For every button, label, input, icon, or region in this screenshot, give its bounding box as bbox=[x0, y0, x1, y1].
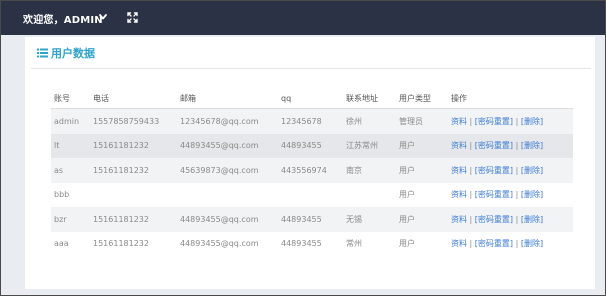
cell-phone bbox=[90, 183, 177, 208]
reset-password-link[interactable]: [密码重置] bbox=[475, 166, 513, 175]
table-header: 账号 电话 邮箱 qq 联系地址 用户类型 操作 bbox=[51, 89, 573, 109]
column-header-address: 联系地址 bbox=[343, 89, 396, 109]
separator: | bbox=[515, 141, 519, 151]
delete-link[interactable]: [删除] bbox=[521, 190, 543, 199]
delete-link[interactable]: [删除] bbox=[521, 215, 543, 224]
cell-phone: 15161181232 bbox=[93, 239, 149, 249]
user-table: 账号 电话 邮箱 qq 联系地址 用户类型 操作 admin 155785875… bbox=[51, 89, 573, 256]
reset-password-link[interactable]: [密码重置] bbox=[475, 190, 513, 199]
column-header-phone: 电话 bbox=[90, 89, 177, 109]
table-row: admin 1557858759433 12345678@qq.com 1234… bbox=[51, 108, 573, 134]
table-row: aaa 15161181232 44893455@qq.com 44893455… bbox=[51, 231, 573, 257]
cell-actions: 资料 | [密码重置] | [删除] bbox=[448, 232, 573, 257]
table-row: as 15161181232 45639873@qq.com 443556974… bbox=[51, 158, 573, 183]
reset-password-link[interactable]: [密码重置] bbox=[475, 239, 513, 248]
cell-address: 江苏常州 bbox=[346, 141, 378, 151]
chevron-down-icon[interactable] bbox=[98, 11, 108, 23]
info-link[interactable]: 资料 bbox=[451, 190, 467, 199]
info-link[interactable]: 资料 bbox=[451, 117, 467, 126]
column-header-qq: qq bbox=[278, 89, 343, 109]
column-header-user-type: 用户类型 bbox=[396, 89, 448, 109]
info-link[interactable]: 资料 bbox=[451, 215, 467, 224]
cell-address: 无锡 bbox=[346, 214, 362, 224]
cell-qq bbox=[278, 183, 343, 208]
separator: | bbox=[469, 214, 473, 224]
cell-phone: 15161181232 bbox=[93, 165, 149, 175]
column-header-email: 邮箱 bbox=[177, 89, 278, 109]
section-header: 用户数据 bbox=[37, 45, 95, 61]
info-link[interactable]: 资料 bbox=[451, 166, 467, 175]
reset-password-link[interactable]: [密码重置] bbox=[475, 117, 513, 126]
cell-actions: 资料 | [密码重置] | [删除] bbox=[448, 207, 573, 232]
cell-address: 徐州 bbox=[346, 116, 362, 126]
cell-email: 12345678@qq.com bbox=[180, 116, 259, 126]
info-link[interactable]: 资料 bbox=[451, 239, 467, 248]
cell-account: lt bbox=[54, 141, 60, 151]
cell-user-type: 用户 bbox=[399, 141, 415, 151]
column-header-account: 账号 bbox=[51, 89, 90, 109]
top-navbar: 欢迎您，ADMIN bbox=[1, 1, 605, 35]
cell-qq: 443556974 bbox=[281, 165, 327, 175]
separator: | bbox=[515, 214, 519, 224]
cell-account: bzr bbox=[54, 214, 67, 224]
cell-user-type: 用户 bbox=[399, 165, 415, 175]
cell-email bbox=[177, 183, 278, 208]
cell-account: admin bbox=[54, 116, 80, 126]
cell-address: 南京 bbox=[346, 165, 362, 175]
section-divider bbox=[31, 68, 591, 69]
cell-email: 44893455@qq.com bbox=[180, 141, 259, 151]
cell-phone: 15161181232 bbox=[93, 214, 149, 224]
column-header-actions: 操作 bbox=[448, 89, 573, 109]
table-row: lt 15161181232 44893455@qq.com 44893455 … bbox=[51, 133, 573, 159]
separator: | bbox=[515, 116, 519, 126]
cell-actions: 资料 | [密码重置] | [删除] bbox=[448, 134, 573, 159]
cell-user-type: 管理员 bbox=[399, 116, 423, 126]
cell-phone: 1557858759433 bbox=[93, 116, 160, 126]
cell-email: 44893455@qq.com bbox=[180, 239, 259, 249]
cell-user-type: 用户 bbox=[399, 214, 415, 224]
cell-qq: 44893455 bbox=[281, 239, 322, 249]
cell-account: as bbox=[54, 165, 64, 175]
section-title: 用户数据 bbox=[51, 47, 95, 60]
separator: | bbox=[469, 116, 473, 126]
separator: | bbox=[469, 165, 473, 175]
delete-link[interactable]: [删除] bbox=[521, 117, 543, 126]
cell-email: 45639873@qq.com bbox=[180, 165, 259, 175]
reset-password-link[interactable]: [密码重置] bbox=[475, 141, 513, 150]
cell-address: 常州 bbox=[346, 239, 362, 249]
header-row: 账号 电话 邮箱 qq 联系地址 用户类型 操作 bbox=[51, 89, 573, 109]
separator: | bbox=[515, 165, 519, 175]
cell-email: 44893455@qq.com bbox=[180, 214, 259, 224]
cell-qq: 12345678 bbox=[281, 116, 322, 126]
cell-account: aaa bbox=[54, 239, 69, 249]
cell-qq: 44893455 bbox=[281, 214, 322, 224]
delete-link[interactable]: [删除] bbox=[521, 141, 543, 150]
delete-link[interactable]: [删除] bbox=[521, 239, 543, 248]
separator: | bbox=[469, 141, 473, 151]
cell-user-type: 用户 bbox=[399, 239, 415, 249]
list-icon bbox=[37, 48, 48, 58]
separator: | bbox=[515, 190, 519, 200]
cell-account: bbb bbox=[54, 190, 70, 200]
cell-qq: 44893455 bbox=[281, 141, 322, 151]
info-link[interactable]: 资料 bbox=[451, 141, 467, 150]
separator: | bbox=[469, 190, 473, 200]
cell-actions: 资料 | [密码重置] | [删除] bbox=[448, 158, 573, 183]
reset-password-link[interactable]: [密码重置] bbox=[475, 215, 513, 224]
separator: | bbox=[469, 239, 473, 249]
cell-user-type: 用户 bbox=[399, 190, 415, 200]
delete-link[interactable]: [删除] bbox=[521, 166, 543, 175]
separator: | bbox=[515, 239, 519, 249]
cell-actions: 资料 | [密码重置] | [删除] bbox=[448, 183, 573, 208]
table-row: bbb 用户 资料 | [密码重置] | [删除] bbox=[51, 182, 573, 208]
cell-actions: 资料 | [密码重置] | [删除] bbox=[448, 109, 573, 134]
table-row: bzr 15161181232 44893455@qq.com 44893455… bbox=[51, 207, 573, 232]
cell-phone: 15161181232 bbox=[93, 141, 149, 151]
welcome-user-label[interactable]: 欢迎您，ADMIN bbox=[23, 11, 103, 26]
app-frame: 欢迎您，ADMIN 用户数据 账号 电话 邮箱 qq 联系地址 用户类型 操作 … bbox=[0, 0, 606, 296]
cell-address bbox=[343, 183, 396, 208]
user-data-card: 用户数据 账号 电话 邮箱 qq 联系地址 用户类型 操作 admin 1557… bbox=[25, 37, 595, 289]
expand-icon[interactable] bbox=[127, 12, 138, 23]
table-body: admin 1557858759433 12345678@qq.com 1234… bbox=[51, 108, 573, 257]
